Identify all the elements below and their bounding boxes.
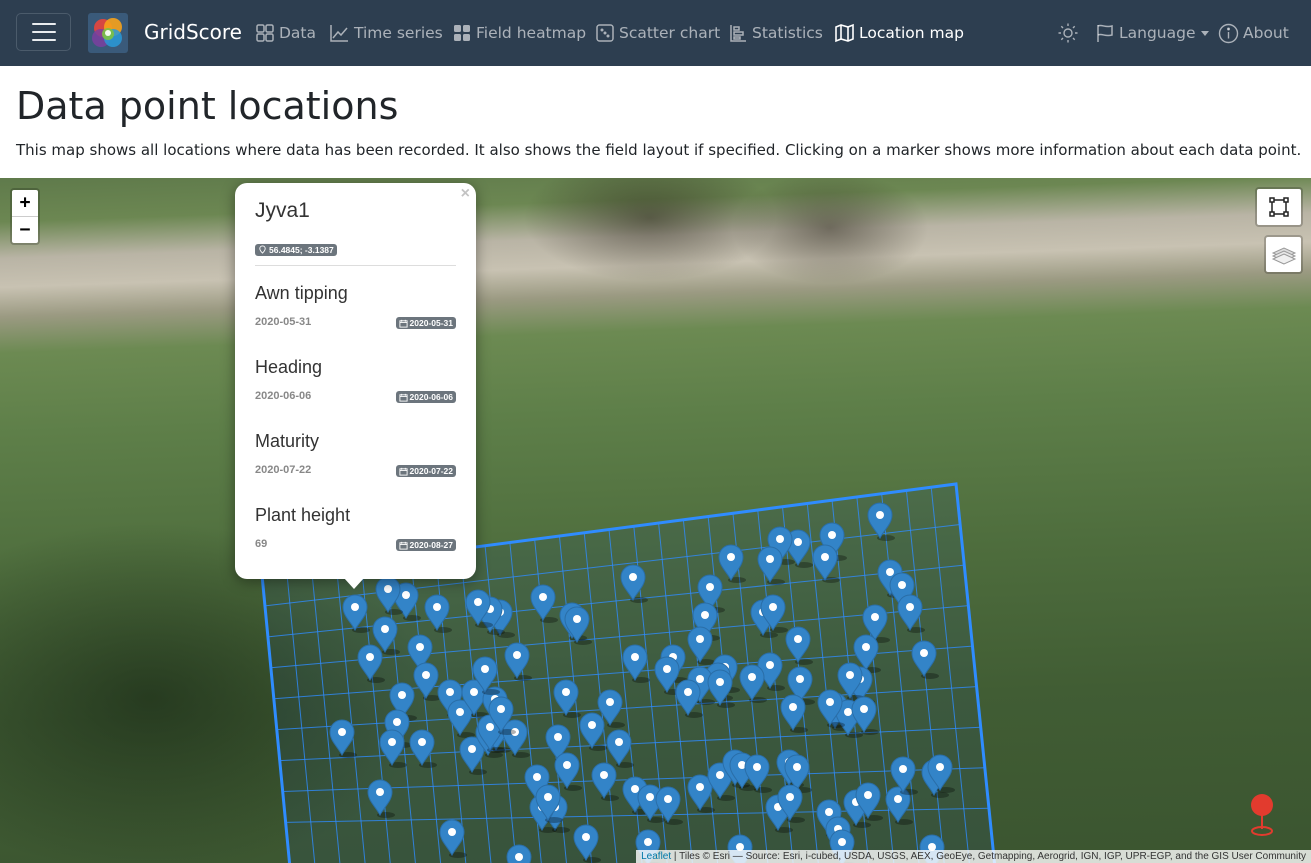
popup-close-button[interactable]: × — [461, 185, 470, 203]
table-icon — [256, 24, 274, 42]
attribution-text: | Tiles © Esri — Source: Esri, i-cubed, … — [671, 851, 1306, 862]
nav-scatter-chart-label: Scatter chart — [619, 24, 721, 42]
location-map[interactable]: + − × Jyva1 56.4845; -3.1387 Awn tipping… — [0, 178, 1311, 863]
chart-line-icon — [330, 25, 348, 42]
trait-date-badge: 2020-07-22 — [395, 465, 456, 477]
nav-statistics-label: Statistics — [752, 24, 823, 42]
nav-data[interactable]: Data — [255, 0, 316, 66]
fit-bounds-button[interactable] — [1255, 187, 1303, 227]
brand-name[interactable]: GridScore — [144, 20, 242, 44]
trait-value: 2020-06-06 — [255, 390, 312, 402]
page-title: Data point locations — [16, 84, 399, 128]
trait-item: Plant height 69 2020-08-27 — [255, 505, 456, 551]
page-description: This map shows all locations where data … — [16, 141, 1302, 159]
about-link[interactable]: About — [1218, 0, 1289, 66]
nav-time-series-label: Time series — [354, 24, 443, 42]
trait-item: Maturity 2020-07-22 2020-07-22 — [255, 431, 456, 477]
nav-time-series[interactable]: Time series — [329, 0, 443, 66]
trait-date-badge: 2020-08-27 — [395, 539, 456, 551]
theme-toggle-button[interactable] — [1057, 0, 1083, 66]
trait-name: Awn tipping — [255, 283, 348, 303]
popup-title: Jyva1 — [255, 199, 310, 222]
leaflet-link[interactable]: Leaflet — [641, 851, 671, 862]
trait-item: Awn tipping 2020-05-31 2020-05-31 — [255, 283, 456, 329]
trait-date-badge: 2020-06-06 — [395, 391, 456, 403]
trait-name: Plant height — [255, 505, 351, 525]
trait-date: 2020-06-06 — [409, 392, 453, 402]
map-pin-icon — [259, 245, 266, 254]
grid-icon — [454, 25, 470, 41]
nav-scatter-chart[interactable]: Scatter chart — [595, 0, 720, 66]
trait-name: Maturity — [255, 431, 320, 451]
nav-field-heatmap[interactable]: Field heatmap — [452, 0, 586, 66]
layers-button[interactable] — [1264, 235, 1303, 274]
zoom-out-button[interactable]: − — [12, 216, 38, 243]
trait-date: 2020-08-27 — [409, 540, 453, 550]
popup-divider — [255, 265, 456, 266]
bounding-box-icon — [1269, 197, 1289, 217]
gridscore-logo[interactable] — [88, 13, 128, 53]
nav-location-map-label: Location map — [859, 24, 964, 42]
calendar-icon — [398, 393, 408, 402]
trait-value: 69 — [255, 538, 268, 550]
map-attribution: Leaflet | Tiles © Esri — Source: Esri, i… — [636, 850, 1311, 863]
nav-location-map[interactable]: Location map — [834, 0, 964, 66]
trait-name: Heading — [255, 357, 323, 377]
about-label: About — [1243, 24, 1289, 42]
data-point-popup: × Jyva1 56.4845; -3.1387 Awn tipping 202… — [235, 183, 476, 579]
locate-me-icon[interactable] — [1248, 793, 1276, 838]
language-dropdown[interactable]: Language — [1095, 0, 1209, 66]
popup-tip — [344, 578, 364, 589]
calendar-icon — [398, 541, 408, 550]
chevron-down-icon — [1200, 30, 1209, 36]
calendar-icon — [398, 467, 408, 476]
nav-field-heatmap-label: Field heatmap — [476, 24, 587, 42]
trait-item: Heading 2020-06-06 2020-06-06 — [255, 357, 456, 403]
nav-data-label: Data — [279, 24, 317, 42]
nav-statistics[interactable]: Statistics — [728, 0, 823, 66]
trait-date: 2020-05-31 — [409, 318, 453, 328]
coordinates-text: 56.4845; -3.1387 — [269, 244, 334, 255]
scatter-icon — [596, 24, 614, 42]
layers-icon — [1271, 246, 1296, 265]
info-icon — [1218, 23, 1239, 43]
map-overlay — [260, 482, 996, 863]
trait-value: 2020-07-22 — [255, 464, 312, 476]
trait-date: 2020-07-22 — [409, 466, 453, 476]
menu-toggle-button[interactable] — [16, 13, 71, 51]
trait-date-badge: 2020-05-31 — [395, 317, 456, 329]
statistics-icon — [730, 25, 746, 42]
navbar: GridScore Data Time series Field heatmap… — [0, 0, 1311, 66]
zoom-in-button[interactable]: + — [12, 190, 38, 216]
sun-icon — [1058, 23, 1078, 43]
calendar-icon — [398, 319, 408, 328]
language-label: Language — [1119, 24, 1196, 42]
coordinates-badge: 56.4845; -3.1387 — [255, 241, 337, 259]
zoom-control: + − — [10, 188, 40, 245]
flag-icon — [1097, 24, 1113, 42]
map-icon — [835, 23, 854, 43]
trait-value: 2020-05-31 — [255, 316, 312, 328]
